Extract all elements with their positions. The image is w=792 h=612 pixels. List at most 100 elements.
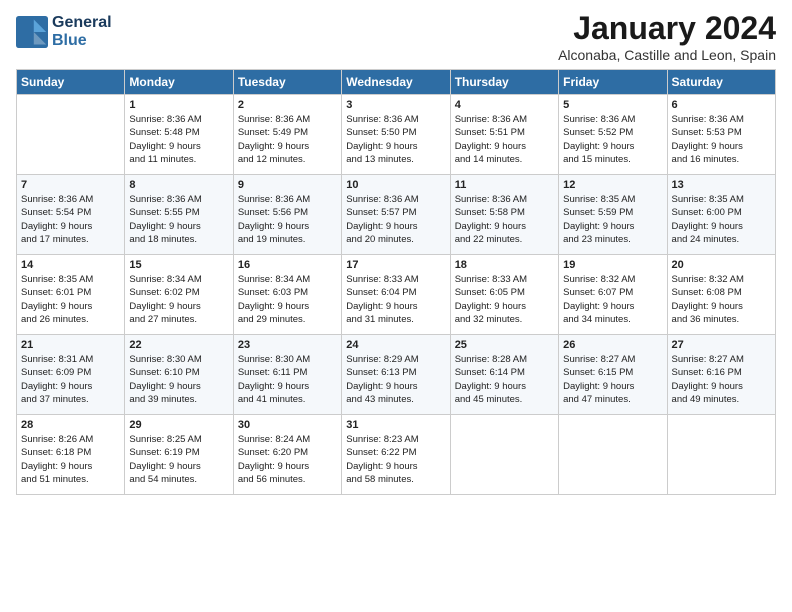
calendar-cell: 25Sunrise: 8:28 AM Sunset: 6:14 PM Dayli… — [450, 335, 558, 415]
day-number: 1 — [129, 99, 228, 111]
cell-info: Sunrise: 8:36 AM Sunset: 5:48 PM Dayligh… — [129, 113, 228, 166]
calendar-cell: 31Sunrise: 8:23 AM Sunset: 6:22 PM Dayli… — [342, 415, 450, 495]
cell-info: Sunrise: 8:34 AM Sunset: 6:02 PM Dayligh… — [129, 273, 228, 326]
week-row-5: 28 Sunrise: 8:26 AM Sunset: 6:18 PM Dayli… — [17, 415, 776, 495]
cell-info: Sunrise: 8:27 AM Sunset: 6:16 PM Dayligh… — [672, 353, 771, 406]
calendar-cell: 9 Sunrise: 8:36 AM Sunset: 5:56 PM Daylig… — [233, 175, 341, 255]
day-number: 3 — [346, 99, 445, 111]
calendar-cell: 26 Sunrise: 8:27 AM Sunset: 6:15 PM Dayli… — [559, 335, 667, 415]
day-number: 22 — [129, 339, 228, 351]
day-number: 10 — [346, 179, 445, 191]
cell-info: Sunrise: 8:36 AM Sunset: 5:58 PM Dayligh… — [455, 193, 554, 246]
week-row-4: 21 Sunrise: 8:31 AM Sunset: 6:09 PM Dayli… — [17, 335, 776, 415]
calendar-cell — [450, 415, 558, 495]
cell-info: Sunrise: 8:30 AM Sunset: 6:10 PM Dayligh… — [129, 353, 228, 406]
title-area: January 2024 Alconaba, Castille and Leon… — [558, 10, 776, 63]
week-row-3: 14 Sunrise: 8:35 AM Sunset: 6:01 PM Dayli… — [17, 255, 776, 335]
day-number: 6 — [672, 99, 771, 111]
calendar-cell: 23Sunrise: 8:30 AM Sunset: 6:11 PM Dayli… — [233, 335, 341, 415]
calendar-cell: 16 Sunrise: 8:34 AM Sunset: 6:03 PM Dayli… — [233, 255, 341, 335]
day-number: 11 — [455, 179, 554, 191]
page-container: General Blue January 2024 Alconaba, Cast… — [0, 0, 792, 505]
cell-info: Sunrise: 8:35 AM Sunset: 6:01 PM Dayligh… — [21, 273, 120, 326]
calendar-cell: 10Sunrise: 8:36 AM Sunset: 5:57 PM Dayli… — [342, 175, 450, 255]
calendar-cell: 22 Sunrise: 8:30 AM Sunset: 6:10 PM Dayli… — [125, 335, 233, 415]
day-number: 18 — [455, 259, 554, 271]
cell-info: Sunrise: 8:33 AM Sunset: 6:05 PM Dayligh… — [455, 273, 554, 326]
calendar-cell — [17, 95, 125, 175]
day-number: 19 — [563, 259, 662, 271]
week-row-1: 1 Sunrise: 8:36 AM Sunset: 5:48 PM Daylig… — [17, 95, 776, 175]
cell-info: Sunrise: 8:32 AM Sunset: 6:08 PM Dayligh… — [672, 273, 771, 326]
cell-info: Sunrise: 8:36 AM Sunset: 5:55 PM Dayligh… — [129, 193, 228, 246]
cell-info: Sunrise: 8:36 AM Sunset: 5:51 PM Dayligh… — [455, 113, 554, 166]
header-thursday: Thursday — [450, 70, 558, 95]
day-number: 7 — [21, 179, 120, 191]
cell-info: Sunrise: 8:25 AM Sunset: 6:19 PM Dayligh… — [129, 433, 228, 486]
calendar-header-row: SundayMondayTuesdayWednesdayThursdayFrid… — [17, 70, 776, 95]
calendar-cell: 13 Sunrise: 8:35 AM Sunset: 6:00 PM Dayli… — [667, 175, 775, 255]
day-number: 13 — [672, 179, 771, 191]
calendar-cell — [667, 415, 775, 495]
calendar-cell: 20 Sunrise: 8:32 AM Sunset: 6:08 PM Dayli… — [667, 255, 775, 335]
cell-info: Sunrise: 8:33 AM Sunset: 6:04 PM Dayligh… — [346, 273, 445, 326]
calendar-cell: 6 Sunrise: 8:36 AM Sunset: 5:53 PM Daylig… — [667, 95, 775, 175]
header: General Blue January 2024 Alconaba, Cast… — [16, 10, 776, 63]
week-row-2: 7Sunrise: 8:36 AM Sunset: 5:54 PM Daylig… — [17, 175, 776, 255]
day-number: 24 — [346, 339, 445, 351]
calendar-cell: 19 Sunrise: 8:32 AM Sunset: 6:07 PM Dayli… — [559, 255, 667, 335]
day-number: 8 — [129, 179, 228, 191]
calendar-cell: 30Sunrise: 8:24 AM Sunset: 6:20 PM Dayli… — [233, 415, 341, 495]
calendar-cell: 11 Sunrise: 8:36 AM Sunset: 5:58 PM Dayli… — [450, 175, 558, 255]
day-number: 12 — [563, 179, 662, 191]
day-number: 16 — [238, 259, 337, 271]
day-number: 4 — [455, 99, 554, 111]
day-number: 20 — [672, 259, 771, 271]
day-number: 27 — [672, 339, 771, 351]
calendar-cell: 4 Sunrise: 8:36 AM Sunset: 5:51 PM Daylig… — [450, 95, 558, 175]
location-title: Alconaba, Castille and Leon, Spain — [558, 47, 776, 63]
day-number: 5 — [563, 99, 662, 111]
cell-info: Sunrise: 8:35 AM Sunset: 6:00 PM Dayligh… — [672, 193, 771, 246]
day-number: 17 — [346, 259, 445, 271]
cell-info: Sunrise: 8:32 AM Sunset: 6:07 PM Dayligh… — [563, 273, 662, 326]
calendar-cell: 27 Sunrise: 8:27 AM Sunset: 6:16 PM Dayli… — [667, 335, 775, 415]
day-number: 21 — [21, 339, 120, 351]
header-monday: Monday — [125, 70, 233, 95]
cell-info: Sunrise: 8:34 AM Sunset: 6:03 PM Dayligh… — [238, 273, 337, 326]
day-number: 14 — [21, 259, 120, 271]
day-number: 15 — [129, 259, 228, 271]
cell-info: Sunrise: 8:31 AM Sunset: 6:09 PM Dayligh… — [21, 353, 120, 406]
day-number: 9 — [238, 179, 337, 191]
cell-info: Sunrise: 8:36 AM Sunset: 5:50 PM Dayligh… — [346, 113, 445, 166]
cell-info: Sunrise: 8:29 AM Sunset: 6:13 PM Dayligh… — [346, 353, 445, 406]
calendar-cell: 24 Sunrise: 8:29 AM Sunset: 6:13 PM Dayli… — [342, 335, 450, 415]
calendar-cell: 1 Sunrise: 8:36 AM Sunset: 5:48 PM Daylig… — [125, 95, 233, 175]
cell-info: Sunrise: 8:36 AM Sunset: 5:56 PM Dayligh… — [238, 193, 337, 246]
header-wednesday: Wednesday — [342, 70, 450, 95]
calendar-cell: 28 Sunrise: 8:26 AM Sunset: 6:18 PM Dayli… — [17, 415, 125, 495]
calendar-cell: 17 Sunrise: 8:33 AM Sunset: 6:04 PM Dayli… — [342, 255, 450, 335]
calendar-cell: 2 Sunrise: 8:36 AM Sunset: 5:49 PM Daylig… — [233, 95, 341, 175]
cell-info: Sunrise: 8:28 AM Sunset: 6:14 PM Dayligh… — [455, 353, 554, 406]
day-number: 2 — [238, 99, 337, 111]
calendar-cell: 18 Sunrise: 8:33 AM Sunset: 6:05 PM Dayli… — [450, 255, 558, 335]
cell-info: Sunrise: 8:36 AM Sunset: 5:53 PM Dayligh… — [672, 113, 771, 166]
cell-info: Sunrise: 8:27 AM Sunset: 6:15 PM Dayligh… — [563, 353, 662, 406]
header-saturday: Saturday — [667, 70, 775, 95]
header-tuesday: Tuesday — [233, 70, 341, 95]
day-number: 29 — [129, 419, 228, 431]
calendar-cell: 21 Sunrise: 8:31 AM Sunset: 6:09 PM Dayli… — [17, 335, 125, 415]
calendar-cell: 12Sunrise: 8:35 AM Sunset: 5:59 PM Dayli… — [559, 175, 667, 255]
calendar-cell: 15 Sunrise: 8:34 AM Sunset: 6:02 PM Dayli… — [125, 255, 233, 335]
logo: General Blue — [16, 14, 112, 50]
day-number: 28 — [21, 419, 120, 431]
cell-info: Sunrise: 8:24 AM Sunset: 6:20 PM Dayligh… — [238, 433, 337, 486]
cell-info: Sunrise: 8:26 AM Sunset: 6:18 PM Dayligh… — [21, 433, 120, 486]
cell-info: Sunrise: 8:36 AM Sunset: 5:49 PM Dayligh… — [238, 113, 337, 166]
calendar-cell: 3 Sunrise: 8:36 AM Sunset: 5:50 PM Daylig… — [342, 95, 450, 175]
cell-info: Sunrise: 8:30 AM Sunset: 6:11 PM Dayligh… — [238, 353, 337, 406]
calendar-cell — [559, 415, 667, 495]
calendar-cell: 5Sunrise: 8:36 AM Sunset: 5:52 PM Daylig… — [559, 95, 667, 175]
day-number: 26 — [563, 339, 662, 351]
